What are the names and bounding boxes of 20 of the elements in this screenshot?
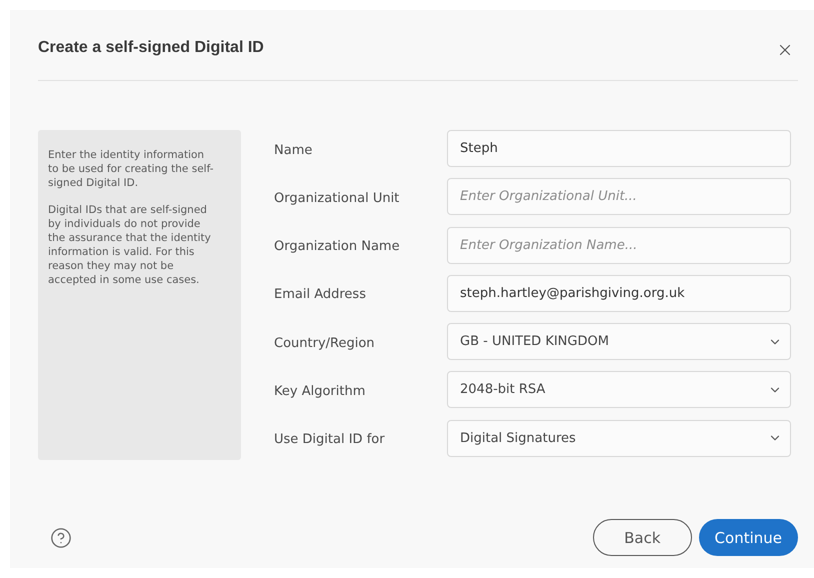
help-icon[interactable] <box>50 526 72 548</box>
field-label: Use Digital ID for <box>274 432 386 448</box>
info-text: Digital IDs that are self-signed by individuals do not provide the assurance that the identity information is valid. For this reason they may not be accepted in some use cases. <box>48 203 212 287</box>
dropdown-field[interactable]: GB - UNITED KINGDOM <box>447 323 791 360</box>
field-label: Organization Name <box>274 239 401 254</box>
input-field[interactable]: Steph <box>447 130 791 167</box>
field-label: Country/Region <box>274 336 376 351</box>
field-label: Key Algorithm <box>274 384 366 400</box>
continue-button[interactable]: Continue <box>698 519 798 556</box>
field-label: Name <box>274 142 314 158</box>
back-button[interactable]: Back <box>593 519 692 556</box>
dialog-title: Create a self-signed Digital ID <box>38 39 264 57</box>
dropdown-field[interactable]: 2048-bit RSA <box>447 371 791 408</box>
input-field[interactable]: Enter Organizational Unit... <box>447 178 791 216</box>
dropdown-field[interactable]: Digital Signatures <box>447 420 791 457</box>
input-field[interactable]: Enter Organization Name... <box>447 226 791 264</box>
field-label: Organizational Unit <box>274 190 400 206</box>
field-label: Email Address <box>274 287 367 302</box>
info-text: Enter the identity information to be used for creating the self-signed Digital ID. <box>48 148 214 190</box>
input-field[interactable]: steph.hartley@parishgiving.org.uk <box>447 274 791 312</box>
